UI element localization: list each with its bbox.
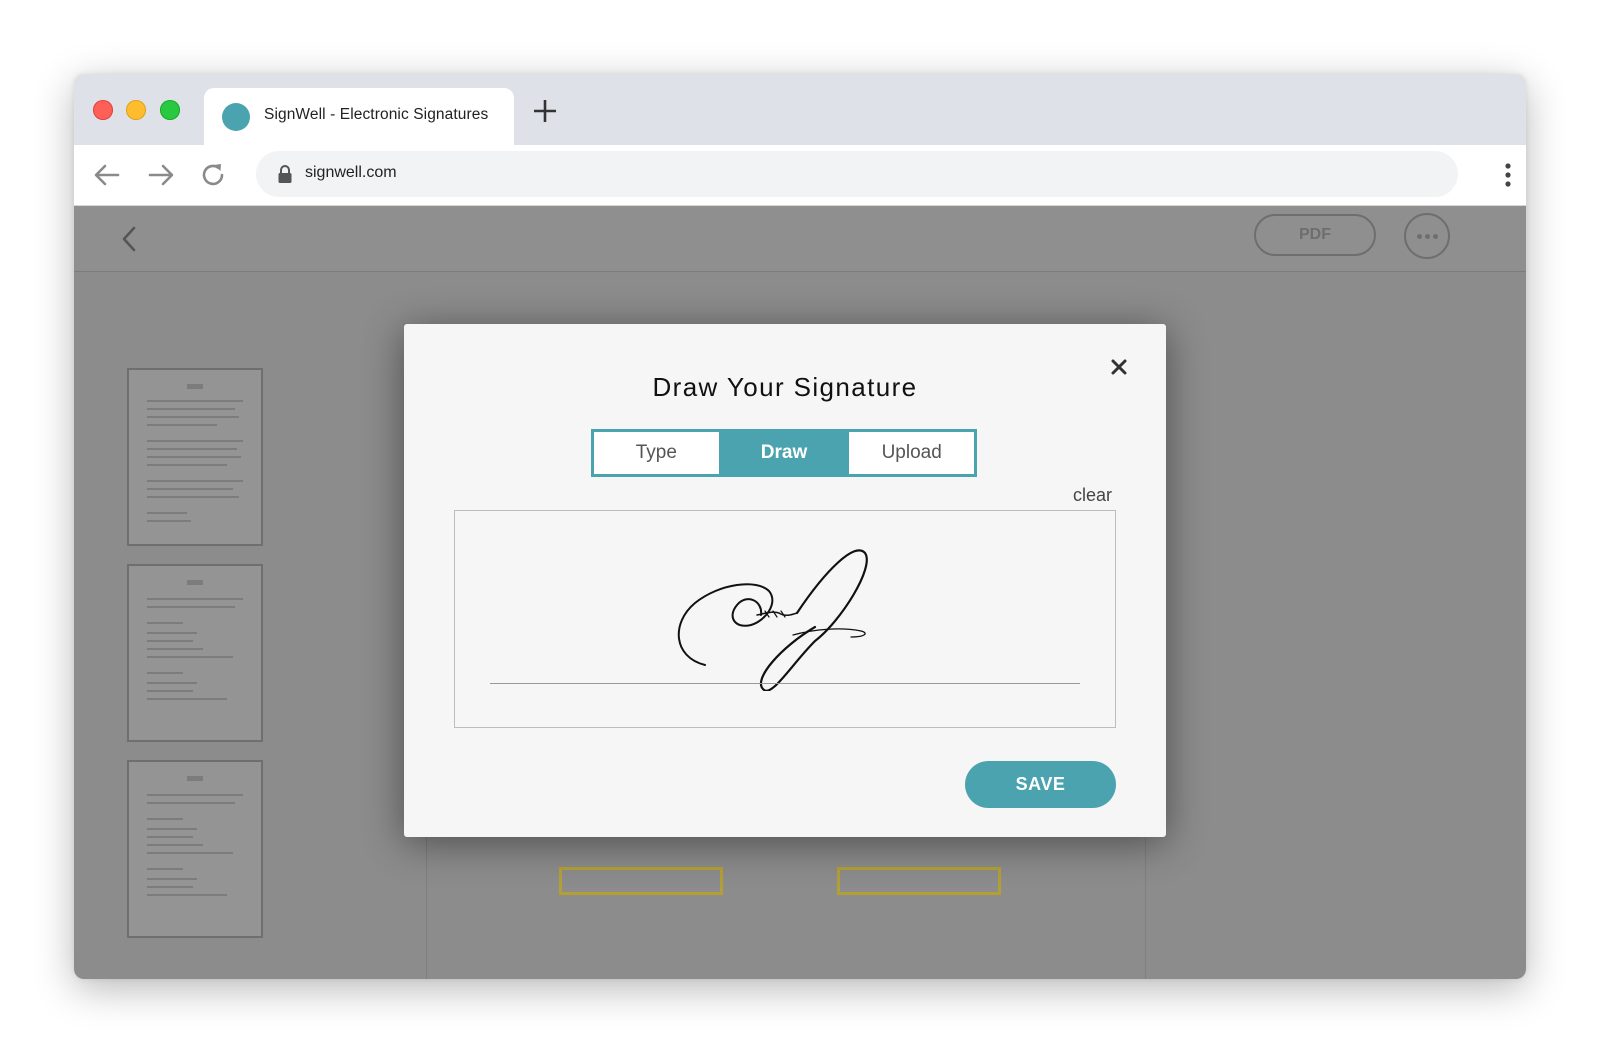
lock-icon — [278, 165, 292, 183]
back-arrow-icon[interactable] — [92, 160, 122, 190]
reload-icon[interactable] — [198, 160, 228, 190]
signature-modal: Draw Your Signature Type Draw Upload cle… — [404, 324, 1166, 837]
modal-title: Draw Your Signature — [652, 372, 918, 402]
save-button[interactable]: SAVE — [965, 761, 1116, 808]
url-text: signwell.com — [305, 164, 397, 181]
signature-field[interactable] — [837, 867, 1001, 895]
plus-icon[interactable] — [530, 96, 560, 126]
minimize-window-button[interactable] — [126, 100, 146, 120]
tab-draw[interactable]: Draw — [718, 432, 850, 474]
page-thumbnail[interactable] — [127, 564, 263, 742]
signature-mode-tabs: Type Draw Upload — [591, 429, 977, 477]
signature-baseline — [490, 683, 1080, 684]
tab-type[interactable]: Type — [594, 432, 719, 474]
page-thumbnail[interactable] — [127, 760, 263, 938]
page-thumbnail[interactable] — [127, 368, 263, 546]
app-page: PDF Draw Your Signature Type Draw Upload… — [74, 206, 1526, 979]
clear-button[interactable]: clear — [1073, 485, 1112, 506]
tab-upload[interactable]: Upload — [849, 432, 974, 474]
drawn-signature — [677, 549, 868, 691]
more-options-button[interactable] — [1404, 213, 1450, 259]
title-bar: SignWell - Electronic Signatures — [74, 74, 1526, 145]
app-header: PDF — [74, 206, 1526, 272]
signature-pad[interactable] — [454, 510, 1116, 728]
forward-arrow-icon[interactable] — [146, 160, 176, 190]
chevron-left-icon[interactable] — [118, 224, 140, 254]
favicon-icon — [222, 103, 250, 131]
maximize-window-button[interactable] — [160, 100, 180, 120]
address-bar[interactable]: signwell.com — [256, 151, 1458, 197]
signature-field[interactable] — [559, 867, 723, 895]
more-vertical-icon[interactable] — [1504, 162, 1512, 188]
tab-title: SignWell - Electronic Signatures — [264, 106, 489, 123]
browser-window: SignWell - Electronic Signatures signwel… — [74, 74, 1526, 979]
browser-tab[interactable]: SignWell - Electronic Signatures — [204, 88, 514, 145]
close-window-button[interactable] — [93, 100, 113, 120]
browser-toolbar: signwell.com — [74, 145, 1526, 206]
pdf-button[interactable]: PDF — [1254, 214, 1376, 256]
